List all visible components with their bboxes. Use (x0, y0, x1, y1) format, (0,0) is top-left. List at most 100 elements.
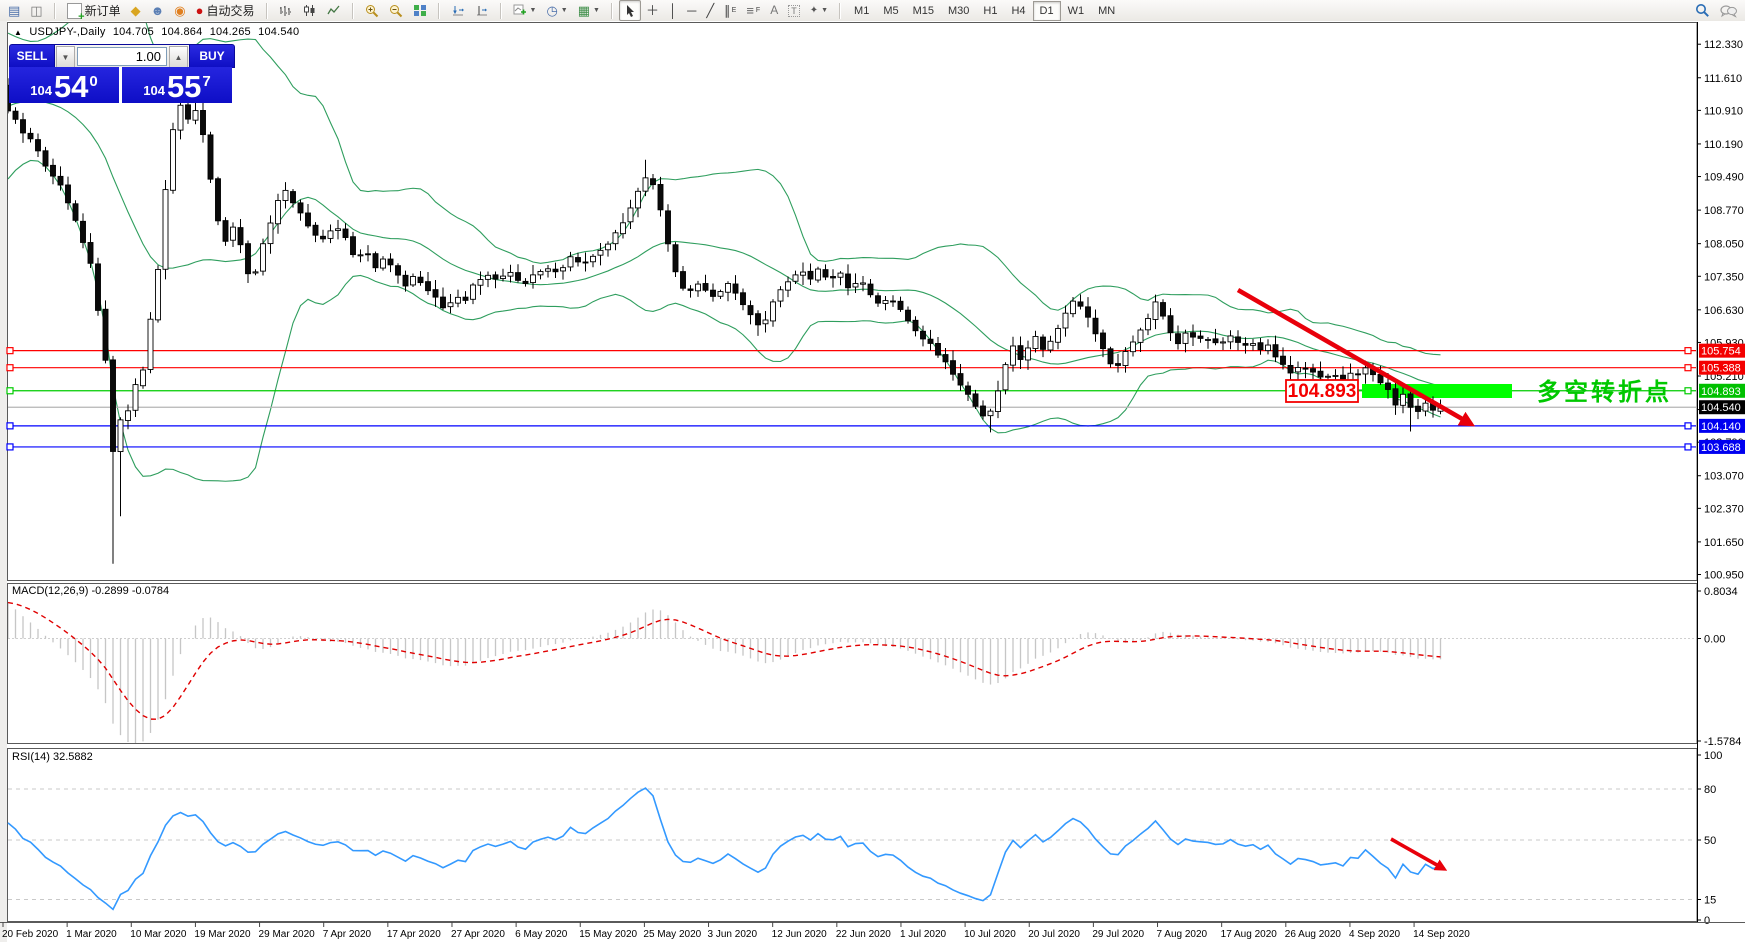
line-chart-mode-button[interactable] (322, 0, 346, 21)
date-axis-label: 25 May 2020 (643, 929, 701, 940)
timeframe-button-m1[interactable]: M1 (847, 1, 876, 21)
vertical-line-tool-button[interactable]: │ (664, 0, 682, 21)
timeframe-button-m30[interactable]: M30 (941, 1, 976, 21)
auto-scroll-icon (451, 4, 465, 17)
experts-button[interactable]: ☻ (146, 0, 170, 21)
cursor-tool-button[interactable] (619, 0, 641, 21)
timeframe-button-d1[interactable]: D1 (1033, 1, 1061, 21)
price-tag-text: 105.388 (1701, 363, 1741, 375)
high-value: 104.864 (161, 26, 202, 38)
line-handle[interactable] (7, 365, 13, 371)
line-handle[interactable] (1685, 423, 1691, 429)
timeframe-button-h1[interactable]: H1 (976, 1, 1004, 21)
signals-button[interactable]: ◉ (169, 0, 190, 21)
arrows-tool-button[interactable]: ✦▼ (805, 0, 833, 21)
price-tag-104.140: 104.140 (1699, 419, 1745, 433)
data-window-icon: ◫ (30, 4, 42, 17)
line-handle[interactable] (1685, 444, 1691, 450)
price-tag-103.688: 103.688 (1699, 440, 1745, 454)
dropdown-arrow-icon: ▼ (561, 4, 568, 17)
data-window-button[interactable]: ◫ (25, 0, 47, 21)
search-button[interactable] (1690, 0, 1715, 21)
volume-decrease-button[interactable]: ▼ (56, 46, 75, 68)
date-axis-label: 20 Jul 2020 (1028, 929, 1080, 940)
text-tool-button[interactable]: A (765, 0, 783, 21)
bar-chart-mode-button[interactable] (274, 0, 298, 21)
date-axis-label: 17 Apr 2020 (387, 929, 441, 940)
text-icon: A (770, 4, 778, 17)
auto-trading-button[interactable]: ● 自动交易 (191, 0, 260, 21)
toolbar-separator (438, 3, 440, 19)
template-icon: ▦ (578, 4, 590, 17)
price-tag-text: 103.688 (1701, 442, 1741, 454)
date-axis-label: 12 Jun 2020 (772, 929, 827, 940)
line-handle[interactable] (7, 348, 13, 354)
one-click-trade-panel: SELL ▼ 1.00 ▲ BUY 104 54 0 104 55 7 (9, 44, 235, 103)
indicators-icon (513, 4, 527, 17)
sell-button[interactable]: SELL (9, 44, 55, 68)
buy-button[interactable]: BUY (189, 44, 235, 68)
expert-advisor-icon: ☻ (151, 4, 165, 17)
line-chart-icon (327, 4, 341, 17)
turning-point-text[interactable]: 多空转折点 (1537, 378, 1672, 406)
timeframe-group: M1M5M15M30H1H4D1W1MN (844, 0, 1125, 21)
volume-increase-button[interactable]: ▲ (169, 46, 188, 68)
channel-icon: ∥ (724, 4, 731, 17)
rsi-label: RSI(14) 32.5882 (12, 751, 93, 763)
line-handle[interactable] (1685, 388, 1691, 394)
rsi-axis-label: 15 (1704, 895, 1716, 907)
history-center-button[interactable]: ◆ (126, 0, 146, 21)
price-tag-105.754: 105.754 (1699, 344, 1745, 358)
timeframe-button-m5[interactable]: M5 (876, 1, 905, 21)
volume-input[interactable]: 1.00 (77, 47, 167, 66)
chat-button[interactable] (1715, 0, 1742, 21)
rsi-axis-label: 50 (1704, 835, 1716, 847)
sell-price-sup: 0 (89, 73, 97, 90)
line-handle[interactable] (1685, 365, 1691, 371)
macd-axis-label: 0.8034 (1704, 586, 1738, 598)
candle-chart-mode-button[interactable] (298, 0, 322, 21)
price-callout[interactable]: 104.893 (1286, 380, 1358, 402)
templates-button[interactable]: ▦▼ (573, 0, 605, 21)
timeframe-button-m15[interactable]: M15 (906, 1, 941, 21)
charts-window-button[interactable]: ▤ (3, 0, 25, 21)
trendline-tool-button[interactable]: ╱ (701, 0, 719, 21)
price-tag-text: 104.893 (1701, 386, 1741, 398)
line-handle[interactable] (7, 388, 13, 394)
horizontal-line-tool-button[interactable]: ─ (682, 0, 701, 21)
collapse-icon[interactable]: ▲ (14, 28, 22, 37)
main-price-pane[interactable] (8, 23, 1698, 581)
tile-windows-icon (413, 4, 427, 17)
chart-title: ▲ USDJPY-,Daily 104.705 104.864 104.265 … (14, 26, 303, 38)
periods-button[interactable]: ◷▼ (541, 0, 572, 21)
vertical-line-icon: │ (669, 4, 677, 17)
line-handle[interactable] (7, 423, 13, 429)
fibonacci-tool-button[interactable]: ≡F (741, 0, 765, 21)
new-order-button[interactable]: + 新订单 (62, 0, 126, 21)
turning-point-highlight[interactable] (1362, 384, 1512, 398)
chart-shift-button[interactable] (470, 0, 494, 21)
line-handle[interactable] (7, 444, 13, 450)
price-axis-label: 106.630 (1704, 305, 1744, 317)
line-handle[interactable] (1685, 348, 1691, 354)
dropdown-arrow-icon: ▼ (821, 4, 828, 17)
price-tag-text: 105.754 (1701, 346, 1741, 358)
crosshair-tool-button[interactable]: ＋ (641, 0, 664, 21)
timeframe-button-w1[interactable]: W1 (1061, 1, 1092, 21)
clock-icon: ◷ (546, 4, 557, 17)
chart-canvas[interactable]: 104.893多空转折点112.330111.610110.910110.190… (0, 21, 1745, 942)
sell-quote[interactable]: 104 54 0 (9, 67, 119, 103)
timeframe-button-h4[interactable]: H4 (1004, 1, 1032, 21)
channel-tool-button[interactable]: ∥E (719, 0, 741, 21)
auto-scroll-button[interactable] (446, 0, 470, 21)
rsi-pane[interactable] (8, 749, 1698, 922)
zoom-out-button[interactable] (384, 0, 408, 21)
text-label-tool-button[interactable]: T (783, 0, 805, 21)
buy-quote[interactable]: 104 55 7 (122, 67, 232, 103)
tile-windows-button[interactable] (408, 0, 432, 21)
zoom-in-button[interactable] (360, 0, 384, 21)
macd-pane[interactable] (8, 584, 1698, 744)
date-axis-label: 26 Aug 2020 (1285, 929, 1342, 940)
timeframe-button-mn[interactable]: MN (1091, 1, 1122, 21)
indicators-button[interactable]: ▼ (508, 0, 542, 21)
